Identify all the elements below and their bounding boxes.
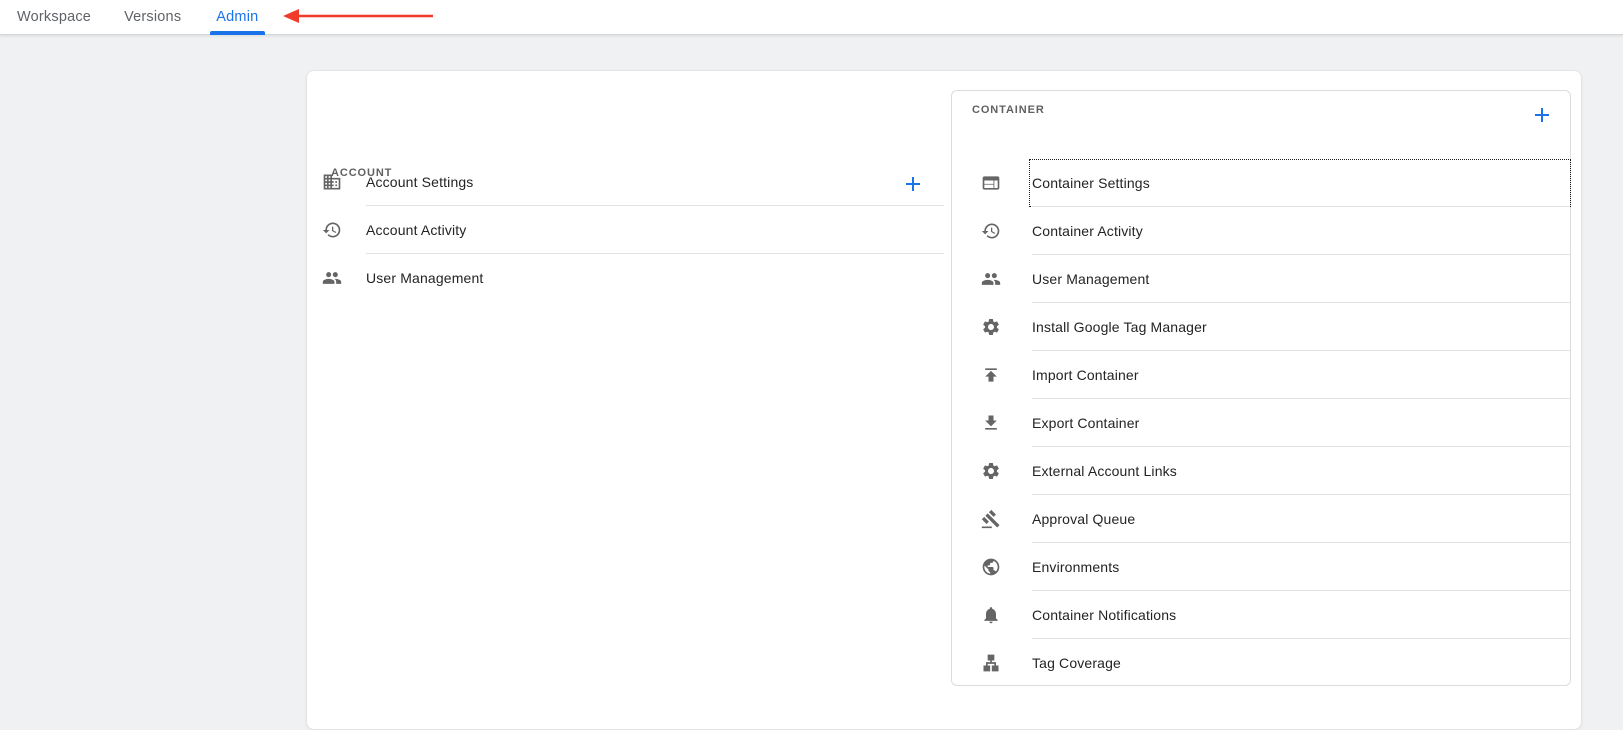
download-icon bbox=[981, 413, 1001, 433]
list-item-tag-coverage[interactable]: Tag Coverage bbox=[952, 639, 1570, 687]
top-navigation: Workspace Versions Admin bbox=[0, 0, 1623, 35]
list-item-label: Import Container bbox=[1032, 367, 1139, 383]
list-item-label: Install Google Tag Manager bbox=[1032, 319, 1207, 335]
web-icon bbox=[981, 173, 1001, 193]
list-item-external-account-links[interactable]: External Account Links bbox=[952, 447, 1570, 495]
list-item-import-container[interactable]: Import Container bbox=[952, 351, 1570, 399]
list-item-label: Container Notifications bbox=[1032, 607, 1177, 623]
list-item-account-settings[interactable]: Account Settings bbox=[307, 158, 944, 206]
list-item-approval-queue[interactable]: Approval Queue bbox=[952, 495, 1570, 543]
list-item-export-container[interactable]: Export Container bbox=[952, 399, 1570, 447]
list-item-label: Account Activity bbox=[366, 222, 467, 238]
history-icon bbox=[322, 220, 342, 240]
list-item-label: User Management bbox=[1032, 271, 1150, 287]
people-icon bbox=[981, 269, 1001, 289]
list-item-user-management[interactable]: User Management bbox=[307, 254, 944, 302]
list-item-label: Environments bbox=[1032, 559, 1120, 575]
list-item-container-notifications[interactable]: Container Notifications bbox=[952, 591, 1570, 639]
upload-icon bbox=[981, 365, 1001, 385]
settings-icon bbox=[981, 317, 1001, 337]
list-item-label: External Account Links bbox=[1032, 463, 1177, 479]
gavel-icon bbox=[981, 509, 1001, 529]
tab-workspace[interactable]: Workspace bbox=[17, 0, 91, 35]
people-icon bbox=[322, 268, 342, 288]
list-item-environments[interactable]: Environments bbox=[952, 543, 1570, 591]
domain-icon bbox=[322, 172, 342, 192]
list-item-label: Tag Coverage bbox=[1032, 655, 1121, 671]
list-item-container-settings[interactable]: Container Settings bbox=[952, 159, 1571, 207]
list-item-label: Container Settings bbox=[1032, 175, 1150, 191]
lan-icon bbox=[981, 653, 1001, 673]
list-item-label: Container Activity bbox=[1032, 223, 1143, 239]
list-item-label: Approval Queue bbox=[1032, 511, 1136, 527]
globe-icon bbox=[981, 557, 1001, 577]
list-item-label: User Management bbox=[366, 270, 484, 286]
account-menu-list: Account Settings Account Activity User M… bbox=[307, 158, 944, 302]
list-item-user-management[interactable]: User Management bbox=[952, 255, 1570, 303]
list-item-label: Export Container bbox=[1032, 415, 1140, 431]
history-icon bbox=[981, 221, 1001, 241]
container-section-card: CONTAINER Container Settings Container A… bbox=[951, 90, 1571, 686]
list-item-container-activity[interactable]: Container Activity bbox=[952, 207, 1570, 255]
list-item-install-google-tag-manager[interactable]: Install Google Tag Manager bbox=[952, 303, 1570, 351]
admin-panel-card: ACCOUNT Account Settings Account Activit… bbox=[306, 70, 1582, 730]
tab-versions[interactable]: Versions bbox=[124, 0, 181, 35]
bell-icon bbox=[981, 605, 1001, 625]
add-container-button[interactable] bbox=[1530, 103, 1554, 127]
settings-icon bbox=[981, 461, 1001, 481]
list-item-label: Account Settings bbox=[366, 174, 474, 190]
container-section-title: CONTAINER bbox=[972, 104, 1045, 116]
plus-icon bbox=[1530, 103, 1554, 127]
container-menu-list: Container Settings Container Activity Us… bbox=[952, 159, 1571, 687]
list-item-account-activity[interactable]: Account Activity bbox=[307, 206, 944, 254]
tab-admin[interactable]: Admin bbox=[210, 0, 266, 35]
